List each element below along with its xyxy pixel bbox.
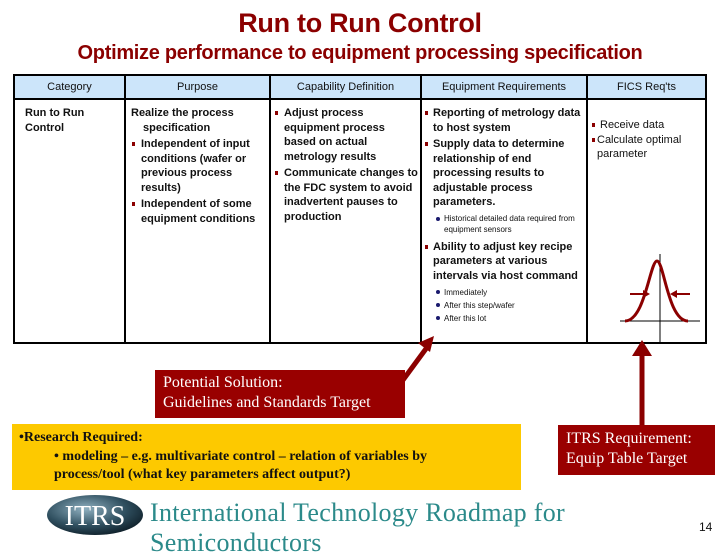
page-number: 14 <box>699 520 713 534</box>
arrow-to-equipment <box>400 344 431 382</box>
itrs-logo-icon: ITRS <box>47 495 143 535</box>
callout-line: Guidelines and Standards Target <box>163 394 371 411</box>
footer-org-name: International Technology Roadmap for Sem… <box>150 498 565 557</box>
callout-line: Equip Table Target <box>566 450 688 467</box>
svg-text:ITRS: ITRS <box>65 501 126 532</box>
research-required-box: •Research Required: • modeling – e.g. mu… <box>12 424 521 490</box>
research-item: • modeling – e.g. multivariate control –… <box>54 449 428 482</box>
potential-solution-callout: Potential Solution: Guidelines and Stand… <box>155 370 405 418</box>
callout-line: ITRS Requirement: <box>566 430 692 447</box>
callout-line: Potential Solution: <box>163 374 283 391</box>
itrs-requirement-callout: ITRS Requirement: Equip Table Target <box>558 425 715 475</box>
research-heading: •Research Required: <box>19 430 143 445</box>
